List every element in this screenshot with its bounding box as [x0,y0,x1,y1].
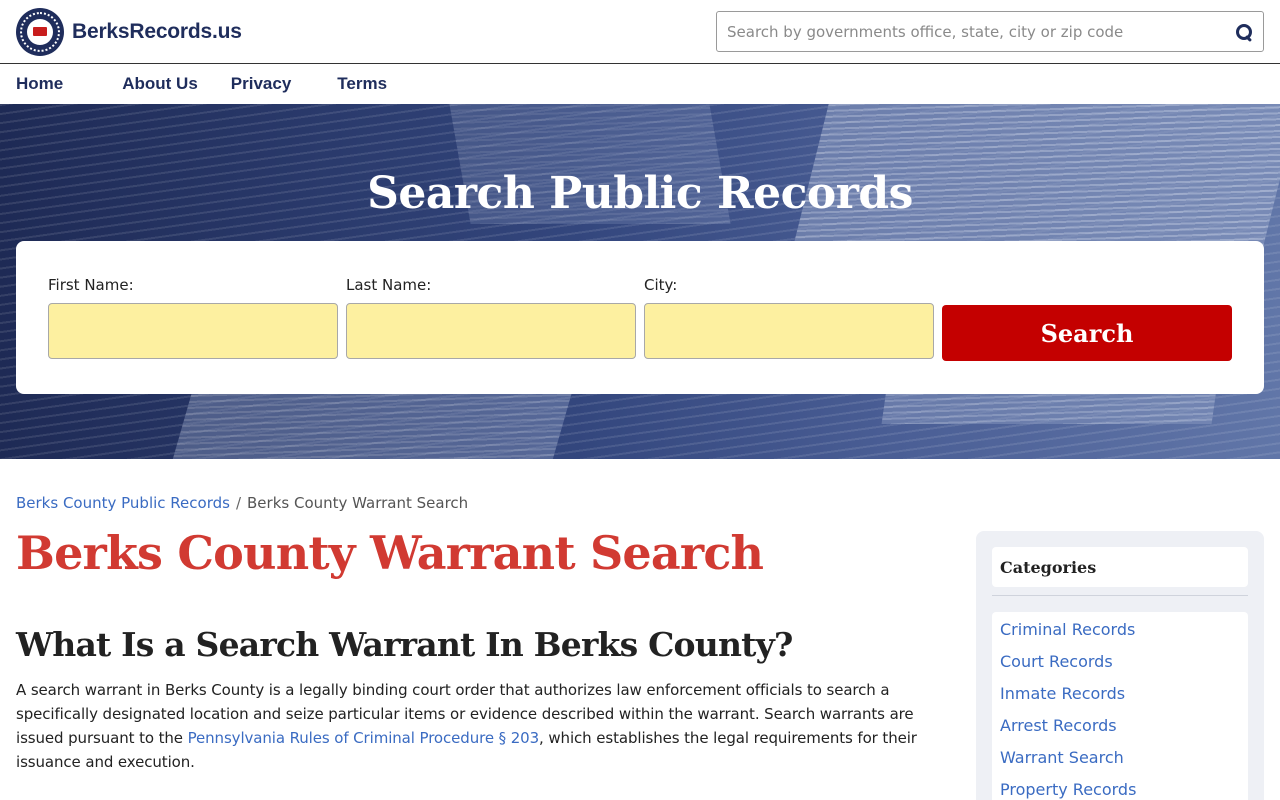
category-arrest-records[interactable]: Arrest Records [1000,716,1117,735]
site-search-box [716,11,1264,52]
category-property-records[interactable]: Property Records [1000,780,1136,799]
nav-home[interactable]: Home [16,74,63,94]
list-item: Criminal Records [1000,618,1240,650]
site-header: BerksRecords.us [0,0,1280,64]
list-item: Inmate Records [1000,682,1240,714]
nav-terms[interactable]: Terms [337,74,387,94]
intro-paragraph: A search warrant in Berks County is a le… [16,678,964,774]
category-court-records[interactable]: Court Records [1000,652,1113,671]
city-input[interactable] [644,303,934,359]
records-search-form: First Name: Last Name: City: Search [16,241,1264,394]
list-item: Warrant Search [1000,746,1240,778]
first-name-group: First Name: [48,273,338,362]
hero-title: Search Public Records [367,168,913,219]
main-nav: Home About Us Privacy Terms [0,64,1280,104]
city-group: City: [644,273,934,362]
last-name-label: Last Name: [346,276,432,294]
first-name-label: First Name: [48,276,134,294]
categories-list: Criminal Records Court Records Inmate Re… [992,612,1248,800]
category-warrant-search[interactable]: Warrant Search [1000,748,1124,767]
nav-about-us[interactable]: About Us [122,74,198,94]
hero-banner: Search Public Records First Name: Last N… [0,104,1280,459]
site-search-input[interactable] [727,22,1235,41]
search-button[interactable]: Search [942,305,1232,361]
main-area: Berks County Public Records / Berks County… [0,459,1280,800]
nav-privacy[interactable]: Privacy [231,74,292,94]
pa-rules-link[interactable]: Pennsylvania Rules of Criminal Procedure… [188,729,540,747]
article-content: Berks County Public Records / Berks County… [16,459,964,800]
seal-logo-icon [16,7,64,56]
section-heading: What Is a Search Warrant In Berks County… [16,624,793,664]
categories-heading: Categories [992,547,1248,587]
list-item: Property Records [1000,778,1240,800]
breadcrumb-parent-link[interactable]: Berks County Public Records [16,494,230,512]
categories-sidebar: Categories Criminal Records Court Record… [976,531,1264,800]
paper-stack-image [167,389,573,459]
breadcrumb: Berks County Public Records / Berks County… [16,492,964,514]
list-item: Arrest Records [1000,714,1240,746]
last-name-group: Last Name: [346,273,636,362]
city-label: City: [644,276,678,294]
last-name-input[interactable] [346,303,636,359]
category-inmate-records[interactable]: Inmate Records [1000,684,1125,703]
breadcrumb-current: Berks County Warrant Search [247,494,469,512]
brand-link[interactable]: BerksRecords.us [16,7,242,56]
brand-name: BerksRecords.us [72,19,242,43]
search-icon[interactable] [1235,23,1253,41]
category-criminal-records[interactable]: Criminal Records [1000,620,1135,639]
page-title: Berks County Warrant Search [16,526,764,580]
divider [992,595,1248,596]
first-name-input[interactable] [48,303,338,359]
breadcrumb-separator: / [235,494,242,512]
list-item: Court Records [1000,650,1240,682]
